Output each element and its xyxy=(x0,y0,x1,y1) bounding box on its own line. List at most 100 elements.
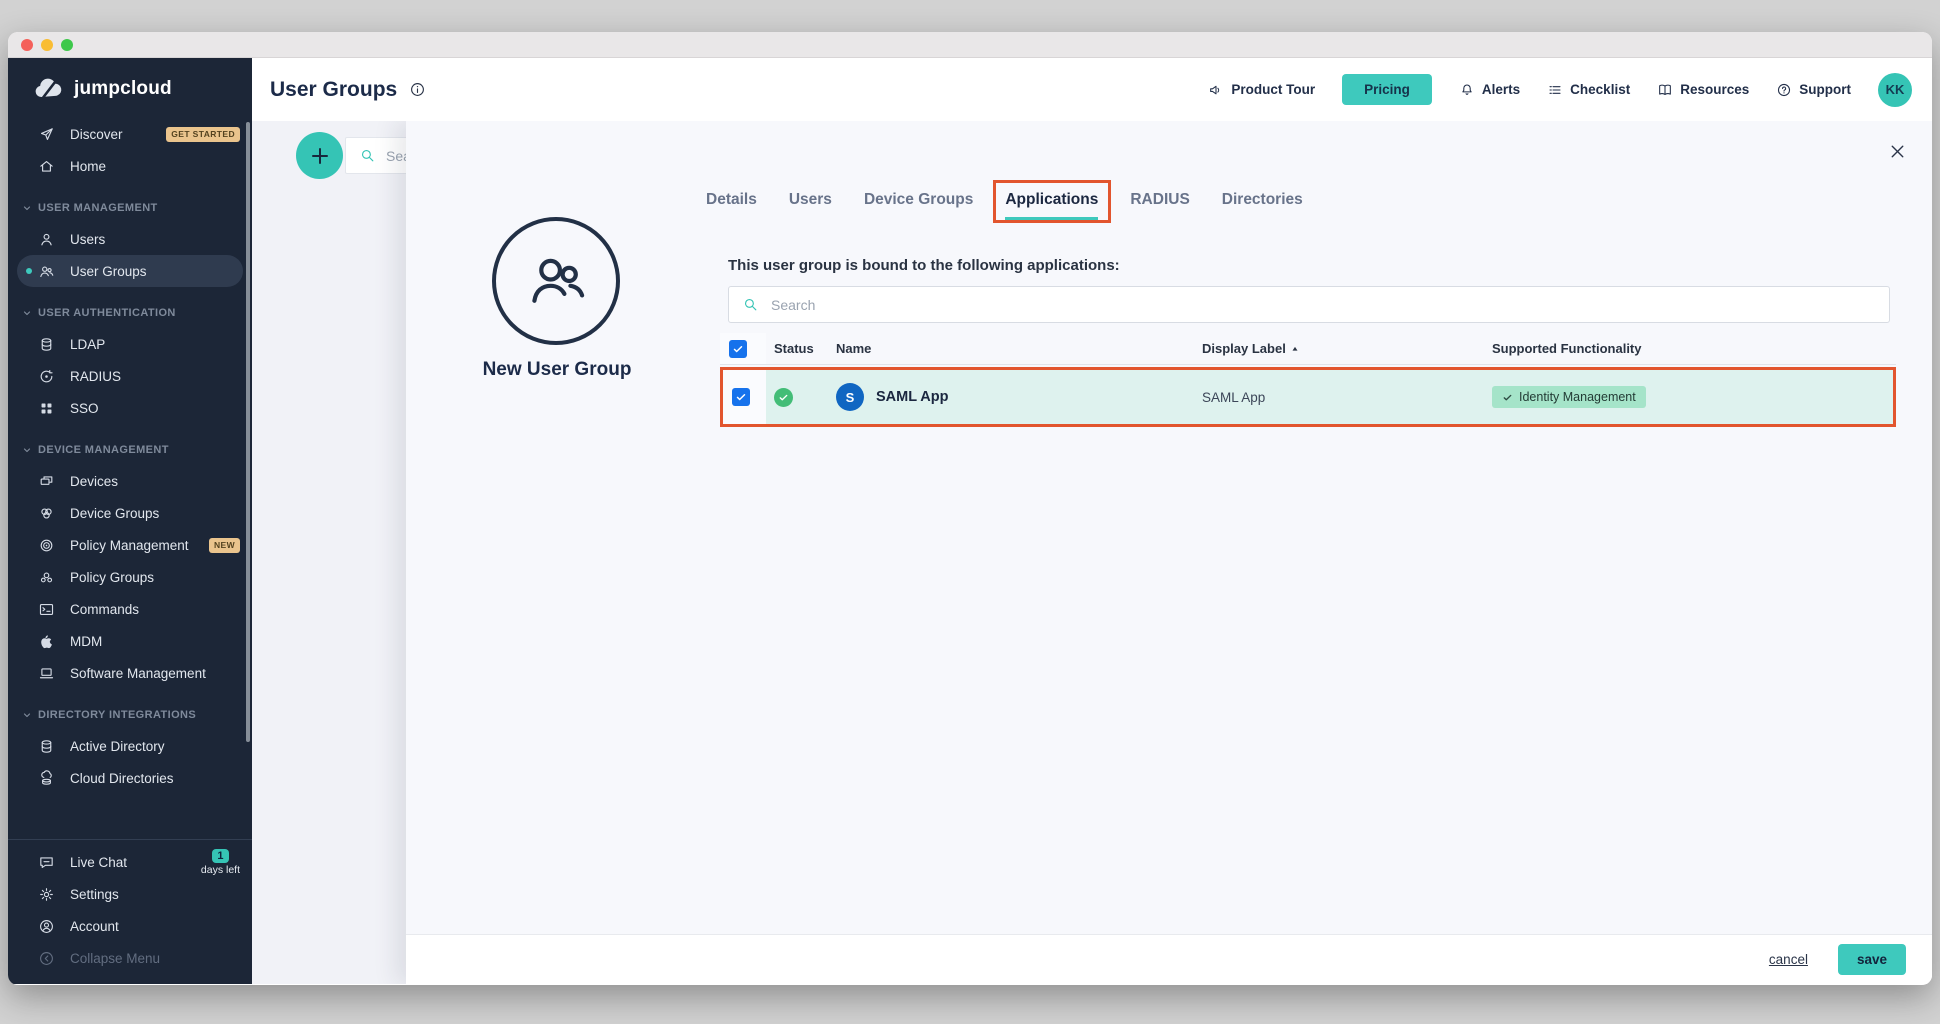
search-icon xyxy=(742,296,759,313)
logo-text: jumpcloud xyxy=(74,78,172,100)
sidebar-item-home[interactable]: Home xyxy=(8,150,252,182)
sidebar-item-label: Live Chat xyxy=(70,855,127,870)
sidebar: jumpcloud Discover GET STARTED Home USER… xyxy=(8,58,252,984)
sidebar-item-ldap[interactable]: LDAP xyxy=(8,328,252,360)
sidebar-section-user-authentication[interactable]: USER AUTHENTICATION xyxy=(8,298,252,328)
column-display-label[interactable]: Display Label xyxy=(1194,341,1484,356)
sidebar-item-label: Home xyxy=(70,159,106,174)
group-name: New User Group xyxy=(432,359,682,381)
add-user-group-button[interactable] xyxy=(296,132,343,179)
sidebar-item-radius[interactable]: RADIUS xyxy=(8,360,252,392)
check-icon xyxy=(735,391,747,403)
sidebar-nav: Discover GET STARTED Home USER MANAGEMEN… xyxy=(8,112,252,839)
support-button[interactable]: Support xyxy=(1776,82,1851,98)
sidebar-item-label: LDAP xyxy=(70,337,105,352)
identity-management-badge: Identity Management xyxy=(1492,386,1646,408)
alerts-button[interactable]: Alerts xyxy=(1459,82,1520,98)
collapse-arrow-icon xyxy=(38,950,55,967)
sidebar-item-devices[interactable]: Devices xyxy=(8,465,252,497)
sidebar-item-discover[interactable]: Discover GET STARTED xyxy=(8,118,252,150)
bound-applications-text: This user group is bound to the followin… xyxy=(728,257,1120,274)
trial-countdown: 1 days left xyxy=(201,849,240,876)
save-button[interactable]: save xyxy=(1838,944,1906,975)
sidebar-item-commands[interactable]: Commands xyxy=(8,593,252,625)
sidebar-section-device-management[interactable]: DEVICE MANAGEMENT xyxy=(8,435,252,465)
traffic-light-zoom[interactable] xyxy=(61,39,73,51)
sidebar-item-settings[interactable]: Settings xyxy=(8,878,252,910)
book-icon xyxy=(1657,82,1673,98)
user-avatar[interactable]: KK xyxy=(1878,73,1912,107)
jumpcloud-logo[interactable]: jumpcloud xyxy=(8,58,252,112)
table-row-saml-app[interactable]: S SAML App SAML App Identity Management xyxy=(720,367,1896,427)
tab-applications[interactable]: Applications xyxy=(1005,191,1098,220)
sidebar-section-directory-integrations[interactable]: DIRECTORY INTEGRATIONS xyxy=(8,700,252,730)
bell-icon xyxy=(1459,82,1475,98)
page-title: User Groups xyxy=(270,78,397,102)
applications-search[interactable] xyxy=(728,286,1890,323)
chevron-down-icon xyxy=(21,709,33,721)
terminal-icon xyxy=(38,601,55,618)
plus-icon xyxy=(308,144,332,168)
checklist-button[interactable]: Checklist xyxy=(1547,82,1630,98)
sidebar-item-live-chat[interactable]: Live Chat 1 days left xyxy=(8,846,252,878)
main-area: User Groups Product Tour Pricing Alerts … xyxy=(252,58,1932,984)
megaphone-icon xyxy=(1208,82,1224,98)
product-tour-button[interactable]: Product Tour xyxy=(1208,82,1315,98)
sidebar-item-user-groups[interactable]: User Groups xyxy=(17,255,243,287)
sidebar-item-label: Settings xyxy=(70,887,119,902)
tab-details[interactable]: Details xyxy=(706,191,757,221)
pricing-button[interactable]: Pricing xyxy=(1342,74,1432,105)
check-icon xyxy=(778,392,789,403)
sidebar-item-policy-groups[interactable]: Policy Groups xyxy=(8,561,252,593)
sidebar-item-device-groups[interactable]: Device Groups xyxy=(8,497,252,529)
column-name[interactable]: Name xyxy=(828,341,1194,356)
sidebar-item-sso[interactable]: SSO xyxy=(8,392,252,424)
sidebar-item-software-management[interactable]: Software Management xyxy=(8,657,252,689)
sidebar-item-active-directory[interactable]: Active Directory xyxy=(8,730,252,762)
sidebar-item-cloud-directories[interactable]: Cloud Directories xyxy=(8,762,252,794)
new-user-group-panel: New User Group Details Users Device Grou… xyxy=(406,121,1932,984)
tab-radius[interactable]: RADIUS xyxy=(1130,191,1189,221)
close-icon[interactable] xyxy=(1887,141,1908,162)
traffic-light-close[interactable] xyxy=(21,39,33,51)
new-badge: NEW xyxy=(209,538,240,553)
sidebar-item-collapse-menu[interactable]: Collapse Menu xyxy=(8,942,252,974)
database-icon xyxy=(38,738,55,755)
cancel-button[interactable]: cancel xyxy=(1769,952,1808,967)
resources-button[interactable]: Resources xyxy=(1657,82,1749,98)
sidebar-scrollbar[interactable] xyxy=(246,122,250,742)
question-icon xyxy=(1776,82,1792,98)
header-actions: Product Tour Pricing Alerts Checklist Re… xyxy=(1208,73,1912,107)
tab-device-groups[interactable]: Device Groups xyxy=(864,191,973,221)
sidebar-item-label: MDM xyxy=(70,634,102,649)
app-display-label: SAML App xyxy=(1202,390,1265,405)
tab-directories[interactable]: Directories xyxy=(1222,191,1303,221)
sidebar-item-policy-management[interactable]: Policy Management NEW xyxy=(8,529,252,561)
apple-icon xyxy=(38,633,55,650)
gear-icon xyxy=(38,886,55,903)
traffic-light-minimize[interactable] xyxy=(41,39,53,51)
tab-applications-wrap: Applications xyxy=(1005,191,1098,209)
sidebar-item-account[interactable]: Account xyxy=(8,910,252,942)
column-status[interactable]: Status xyxy=(766,341,828,356)
cloud-database-icon xyxy=(38,770,55,787)
applications-search-input[interactable] xyxy=(771,297,1876,313)
user-icon xyxy=(38,231,55,248)
days-left-caption: days left xyxy=(201,864,240,876)
sidebar-item-label: Device Groups xyxy=(70,506,159,521)
status-active-icon xyxy=(774,388,793,407)
check-icon xyxy=(1502,392,1513,403)
info-icon[interactable] xyxy=(409,81,426,98)
sidebar-item-label: Users xyxy=(70,232,105,247)
tab-users[interactable]: Users xyxy=(789,191,832,221)
database-icon xyxy=(38,336,55,353)
sidebar-section-user-management[interactable]: USER MANAGEMENT xyxy=(8,193,252,223)
row-checkbox[interactable] xyxy=(732,388,750,406)
chevron-down-icon xyxy=(21,444,33,456)
panel-tabs: Details Users Device Groups Applications… xyxy=(706,191,1303,221)
sidebar-item-mdm[interactable]: MDM xyxy=(8,625,252,657)
sidebar-item-users[interactable]: Users xyxy=(8,223,252,255)
select-all-checkbox[interactable] xyxy=(729,340,747,358)
column-supported-functionality[interactable]: Supported Functionality xyxy=(1484,341,1896,356)
sidebar-item-label: Devices xyxy=(70,474,118,489)
